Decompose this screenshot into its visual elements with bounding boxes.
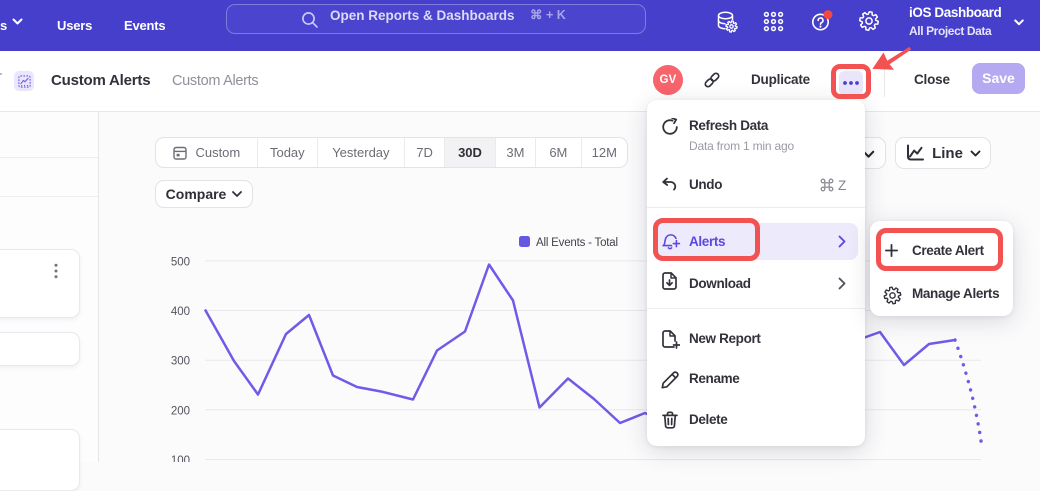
svg-text:400: 400	[171, 306, 190, 318]
svg-text:All Events - Total: All Events - Total	[536, 237, 618, 249]
svg-text:500: 500	[171, 256, 190, 268]
svg-text:200: 200	[171, 405, 190, 417]
svg-text:100: 100	[171, 455, 190, 462]
svg-text:300: 300	[171, 356, 190, 368]
